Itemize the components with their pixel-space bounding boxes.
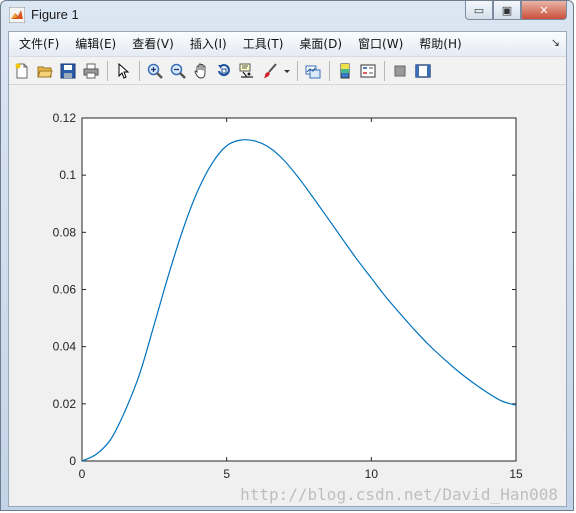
y-tick-label: 0.02 bbox=[53, 397, 77, 411]
open-file-icon bbox=[37, 66, 53, 77]
link-plot-button[interactable] bbox=[302, 60, 324, 82]
menu-edit[interactable]: 编辑(E) bbox=[67, 34, 124, 54]
insert-colorbar-button[interactable] bbox=[334, 60, 356, 82]
window-controls: ▭ ▣ ✕ bbox=[465, 1, 567, 21]
minimize-button[interactable]: ▭ bbox=[465, 1, 493, 20]
pan-icon bbox=[194, 63, 206, 78]
menu-window[interactable]: 窗口(W) bbox=[350, 34, 411, 54]
new-figure-icon bbox=[15, 63, 28, 78]
open-file-button[interactable] bbox=[34, 60, 56, 82]
title-bar[interactable]: Figure 1 ▭ ▣ ✕ bbox=[1, 1, 573, 29]
zoom-in-button[interactable] bbox=[144, 60, 166, 82]
menu-bar: 文件(F) 编辑(E) 查看(V) 插入(I) 工具(T) 桌面(D) 窗口(W… bbox=[9, 32, 566, 57]
window-title: Figure 1 bbox=[31, 7, 79, 22]
brush-icon bbox=[263, 62, 277, 78]
close-icon: ✕ bbox=[539, 3, 549, 17]
matlab-logo-icon bbox=[9, 7, 25, 23]
figure-client-area: 文件(F) 编辑(E) 查看(V) 插入(I) 工具(T) 桌面(D) 窗口(W… bbox=[8, 31, 567, 507]
menu-desktop[interactable]: 桌面(D) bbox=[291, 34, 350, 54]
chevron-down-icon bbox=[284, 69, 290, 73]
line-chart[interactable]: 0 0.02 0.04 0.06 0.08 0.1 0.12 0 5 10 15 bbox=[9, 86, 566, 506]
menu-view[interactable]: 查看(V) bbox=[124, 34, 182, 54]
save-icon bbox=[60, 63, 76, 78]
menubar-dock-arrow-icon[interactable]: ↘ bbox=[551, 36, 560, 49]
x-tick-label: 0 bbox=[79, 467, 86, 481]
print-button[interactable] bbox=[80, 60, 102, 82]
watermark-text: http://blog.csdn.net/David_Han008 bbox=[240, 485, 558, 504]
zoom-out-icon bbox=[170, 63, 186, 79]
y-tick-label: 0.04 bbox=[53, 340, 77, 354]
x-tick-label: 10 bbox=[365, 467, 379, 481]
plot-area: 0 0.02 0.04 0.06 0.08 0.1 0.12 0 5 10 15 http://b… bbox=[9, 86, 566, 506]
hide-plot-tools-icon bbox=[394, 65, 406, 76]
pan-button[interactable] bbox=[190, 60, 212, 82]
y-tick-label: 0.12 bbox=[53, 111, 77, 125]
figure-window: Figure 1 ▭ ▣ ✕ 文件(F) 编辑(E) 查看(V) 插入(I) 工… bbox=[0, 0, 574, 511]
rotate-3d-icon bbox=[218, 63, 230, 76]
toolbar-separator bbox=[107, 60, 108, 81]
y-tick-label: 0.08 bbox=[53, 225, 77, 239]
close-button[interactable]: ✕ bbox=[521, 1, 567, 20]
zoom-out-button[interactable] bbox=[167, 60, 189, 82]
menu-file[interactable]: 文件(F) bbox=[11, 34, 67, 54]
show-plot-tools-icon bbox=[415, 63, 431, 78]
brush-button[interactable] bbox=[259, 60, 281, 82]
menu-help[interactable]: 帮助(H) bbox=[411, 34, 469, 54]
axes-background bbox=[81, 117, 517, 462]
menu-tools[interactable]: 工具(T) bbox=[235, 34, 292, 54]
save-button[interactable] bbox=[57, 60, 79, 82]
zoom-in-icon bbox=[147, 63, 163, 79]
brush-dropdown-button[interactable] bbox=[282, 60, 292, 82]
colorbar-icon bbox=[340, 63, 350, 78]
menu-insert[interactable]: 插入(I) bbox=[182, 34, 235, 54]
rotate-3d-button[interactable] bbox=[213, 60, 235, 82]
hide-plot-tools-button[interactable] bbox=[389, 60, 411, 82]
pointer-icon bbox=[118, 62, 130, 79]
toolbar-separator bbox=[384, 60, 385, 81]
maximize-button[interactable]: ▣ bbox=[493, 1, 521, 20]
maximize-icon: ▣ bbox=[501, 3, 513, 17]
data-cursor-icon bbox=[239, 63, 253, 78]
data-cursor-button[interactable] bbox=[236, 60, 258, 82]
legend-icon bbox=[360, 64, 376, 77]
toolbar-separator bbox=[139, 60, 140, 81]
x-tick-label: 5 bbox=[223, 467, 230, 481]
link-plot-icon bbox=[305, 65, 321, 78]
insert-legend-button[interactable] bbox=[357, 60, 379, 82]
new-figure-button[interactable] bbox=[11, 60, 33, 82]
toolbar-separator bbox=[297, 60, 298, 81]
y-tick-label: 0.06 bbox=[53, 283, 77, 297]
y-tick-label: 0 bbox=[69, 454, 76, 468]
toolbar-separator bbox=[329, 60, 330, 81]
y-tick-label: 0.1 bbox=[59, 168, 76, 182]
print-icon bbox=[83, 63, 99, 78]
x-tick-label: 15 bbox=[509, 467, 523, 481]
minimize-icon: ▭ bbox=[473, 3, 485, 17]
show-plot-tools-button[interactable] bbox=[412, 60, 434, 82]
figure-toolbar bbox=[9, 57, 566, 85]
edit-plot-button[interactable] bbox=[112, 60, 134, 82]
